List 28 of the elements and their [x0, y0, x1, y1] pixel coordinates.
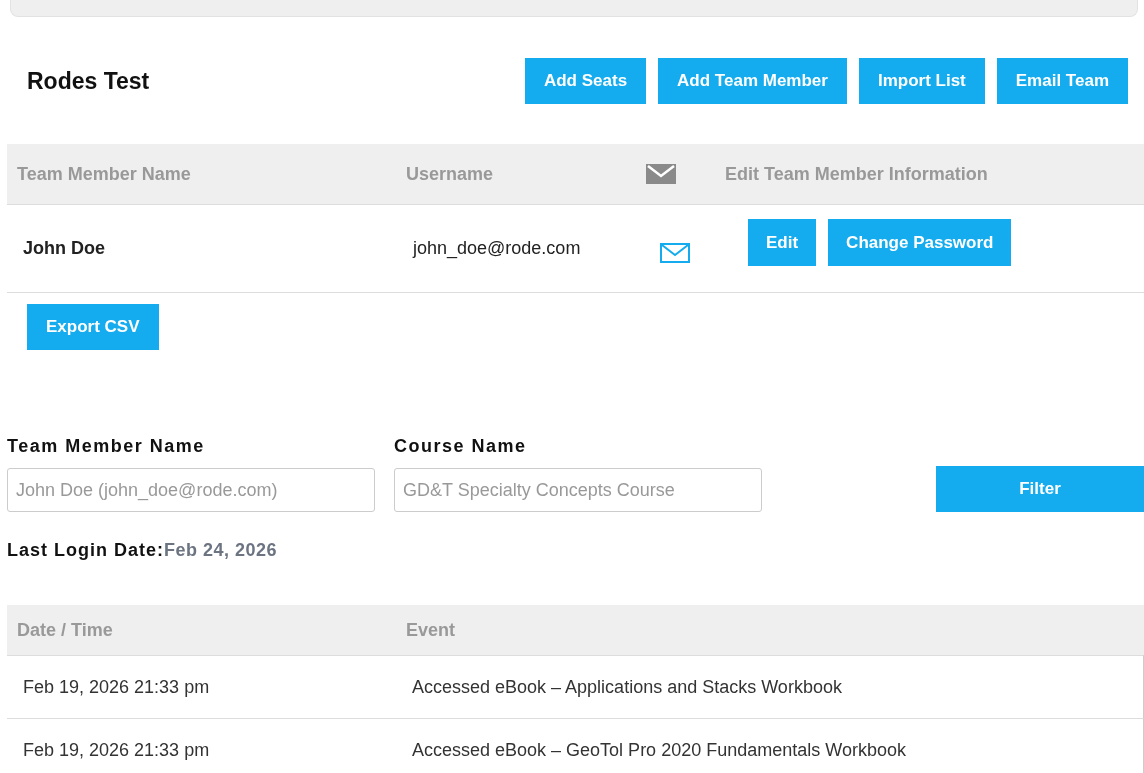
row-button[interactable]: Edit	[748, 219, 817, 266]
field-label: Team Member Name	[7, 436, 206, 457]
column-header: Date / Time	[16, 619, 114, 641]
column-header: Username	[406, 163, 495, 185]
mail-icon[interactable]	[660, 242, 690, 263]
action-button[interactable]: Add Seats	[524, 58, 647, 104]
action-button[interactable]: Email Team	[996, 58, 1128, 104]
export-button[interactable]: Export CSV	[27, 304, 159, 350]
table-cell-text: John Doe	[22, 238, 106, 259]
table-cell-text: Accessed eBook – GeoTol Pro 2020 Fundamentals Workbook	[411, 739, 906, 761]
row-button[interactable]: Change Password	[828, 219, 1012, 266]
mail-icon	[646, 164, 676, 184]
last-login-label: Last Login Date:	[7, 540, 164, 560]
input-field[interactable]: John Doe (john_doe@rode.com)	[7, 468, 375, 512]
table-cell-text: john_doe@rode.com	[411, 238, 582, 259]
table-cell-text: Accessed eBook – Applications and Stacks Workbook	[411, 676, 842, 698]
column-header: Edit Team Member Information	[725, 163, 988, 185]
action-button[interactable]: Add Team Member	[658, 58, 847, 104]
filter-button[interactable]: Filter	[936, 466, 1144, 512]
last-login-date: Feb 24, 2026	[164, 540, 278, 560]
column-header: Event	[406, 619, 456, 641]
field-label: Course Name	[394, 436, 528, 457]
input-field[interactable]: GD&T Specialty Concepts Course	[394, 468, 762, 512]
team-title: Rodes Test	[27, 67, 150, 95]
table-cell-text: Feb 19, 2026 21:33 pm	[22, 676, 211, 698]
column-header: Team Member Name	[16, 163, 192, 185]
action-button[interactable]: Import List	[858, 58, 985, 104]
table-cell-text: Feb 19, 2026 21:33 pm	[22, 739, 211, 761]
